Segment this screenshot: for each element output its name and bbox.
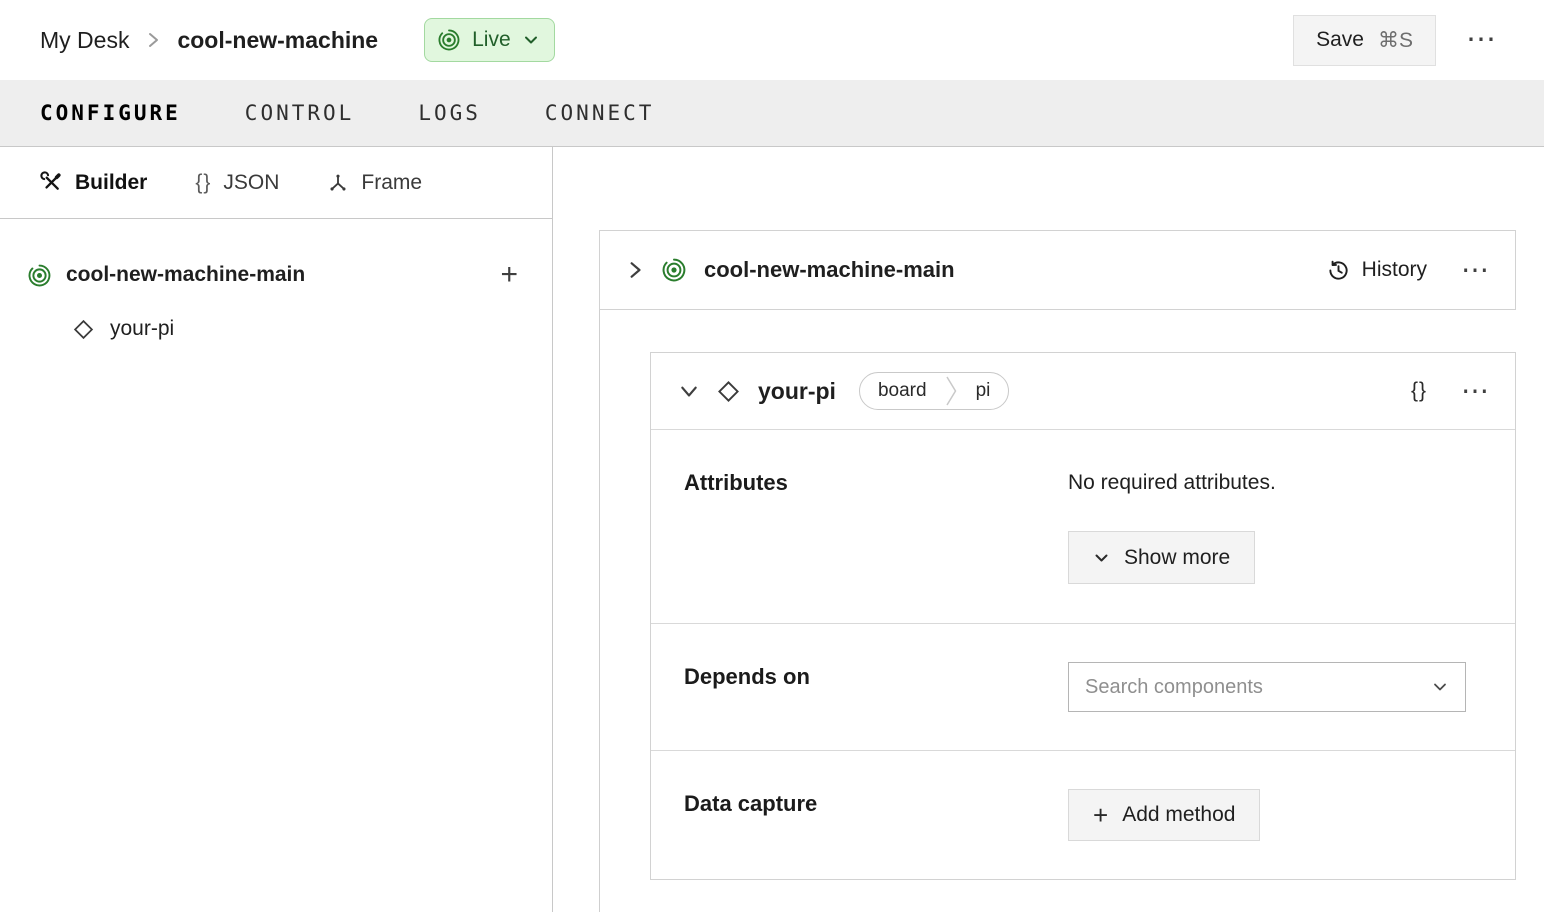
chevron-down-icon — [523, 32, 539, 48]
attributes-empty-text: No required attributes. — [1068, 471, 1276, 494]
live-status-dropdown[interactable]: Live — [424, 18, 555, 62]
badge-pi[interactable]: pi — [958, 373, 1009, 409]
data-capture-label: Data capture — [684, 791, 818, 816]
plus-icon: + — [1093, 800, 1109, 830]
clock-history-icon — [1327, 259, 1350, 282]
search-components-input[interactable] — [1085, 675, 1421, 699]
component-card-actions: {} ⋯ — [1411, 377, 1489, 405]
depends-on-section: Depends on — [651, 623, 1515, 750]
machine-part-card: cool-new-machine-main History ⋯ — [599, 230, 1516, 310]
chevron-right-icon — [145, 31, 161, 49]
tab-connect[interactable]: CONNECT — [545, 101, 655, 125]
component-card-header: your-pi board pi {} ⋯ — [651, 353, 1515, 430]
live-target-icon — [438, 29, 460, 51]
config-main: cool-new-machine-main History ⋯ your-pi … — [553, 147, 1544, 912]
live-label: Live — [472, 28, 511, 51]
mode-frame-label: Frame — [361, 170, 423, 194]
chevron-down-icon — [1093, 550, 1110, 566]
save-shortcut: ⌘S — [1377, 28, 1413, 52]
collapse-component-chevron-down-icon[interactable] — [679, 382, 699, 400]
add-method-button[interactable]: + Add method — [1068, 789, 1261, 841]
attributes-section: Attributes No required attributes. Show … — [651, 430, 1515, 623]
tree-child-label: your-pi — [110, 317, 175, 340]
badge-separator-chevron-icon — [945, 373, 958, 409]
mode-builder[interactable]: Builder — [40, 171, 147, 195]
chevron-down-icon — [1431, 679, 1449, 695]
attributes-label: Attributes — [684, 470, 788, 495]
add-method-label: Add method — [1122, 803, 1236, 826]
show-more-label: Show more — [1124, 545, 1231, 569]
component-type-badges: board pi — [858, 372, 1010, 410]
attributes-content: No required attributes. Show more — [1068, 468, 1467, 584]
history-button[interactable]: History — [1327, 258, 1427, 282]
mode-json-label: JSON — [223, 170, 280, 194]
depends-on-content — [1068, 662, 1467, 712]
save-label: Save — [1316, 28, 1364, 51]
history-label: History — [1361, 258, 1427, 281]
save-button[interactable]: Save ⌘S — [1293, 14, 1436, 66]
braces-icon: {} — [195, 170, 212, 194]
data-capture-section: Data capture + Add method — [651, 750, 1515, 879]
machine-card-title: cool-new-machine-main — [704, 257, 955, 282]
component-title: your-pi — [758, 377, 836, 404]
header-more-button[interactable]: ⋯ — [1458, 23, 1504, 57]
sidebar-mode-bar: Builder {} JSON Frame — [0, 147, 552, 219]
machine-part-tree: cool-new-machine-main + your-pi — [0, 219, 552, 351]
braces-icon: {} — [1410, 379, 1427, 402]
ellipsis-icon: ⋯ — [1461, 375, 1489, 406]
component-more-button[interactable]: ⋯ — [1461, 377, 1489, 405]
depends-on-select[interactable] — [1068, 662, 1466, 712]
tree-item-machine-main[interactable]: cool-new-machine-main + — [28, 253, 552, 297]
tab-configure[interactable]: CONFIGURE — [40, 101, 181, 125]
main-tabbar: CONFIGURE CONTROL LOGS CONNECT — [0, 80, 1544, 147]
ellipsis-icon: ⋯ — [1461, 254, 1489, 285]
tab-logs[interactable]: LOGS — [418, 101, 481, 125]
diamond-icon — [72, 318, 95, 341]
header-actions: Save ⌘S ⋯ — [1293, 14, 1504, 66]
badge-board[interactable]: board — [860, 373, 945, 409]
machine-card-actions: History ⋯ — [1327, 256, 1489, 284]
machine-target-icon — [28, 264, 51, 287]
tree-indent-line — [599, 310, 600, 912]
app-root: My Desk cool-new-machine Live Save ⌘S ⋯ … — [0, 0, 1544, 912]
breadcrumb-root[interactable]: My Desk — [40, 27, 129, 54]
expand-machine-chevron-right-icon[interactable] — [626, 260, 644, 280]
show-more-button[interactable]: Show more — [1068, 531, 1256, 584]
tree-item-your-pi[interactable]: your-pi — [72, 307, 552, 351]
mode-frame[interactable]: Frame — [327, 171, 422, 195]
diamond-icon — [716, 379, 741, 404]
component-json-button[interactable]: {} — [1411, 379, 1427, 403]
top-header: My Desk cool-new-machine Live Save ⌘S ⋯ — [0, 0, 1544, 80]
breadcrumb-current: cool-new-machine — [177, 26, 379, 53]
breadcrumb: My Desk cool-new-machine — [40, 27, 378, 54]
body-split: Builder {} JSON Frame cool-new-machine-m… — [0, 147, 1544, 912]
depends-on-label: Depends on — [684, 664, 810, 689]
mode-builder-label: Builder — [75, 170, 148, 194]
data-capture-content: + Add method — [1068, 789, 1467, 841]
component-card-your-pi: your-pi board pi {} ⋯ Attributes No requ… — [650, 352, 1516, 880]
machine-more-button[interactable]: ⋯ — [1461, 256, 1489, 284]
config-sidebar: Builder {} JSON Frame cool-new-machine-m… — [0, 147, 553, 912]
frame-axes-icon — [327, 172, 349, 194]
ellipsis-icon: ⋯ — [1466, 23, 1496, 56]
mode-json[interactable]: {} JSON — [195, 171, 279, 195]
tools-icon — [40, 171, 63, 194]
machine-target-icon — [662, 258, 686, 282]
add-component-button[interactable]: + — [500, 260, 518, 290]
tab-control[interactable]: CONTROL — [245, 101, 355, 125]
tree-root-label: cool-new-machine-main — [66, 263, 306, 286]
